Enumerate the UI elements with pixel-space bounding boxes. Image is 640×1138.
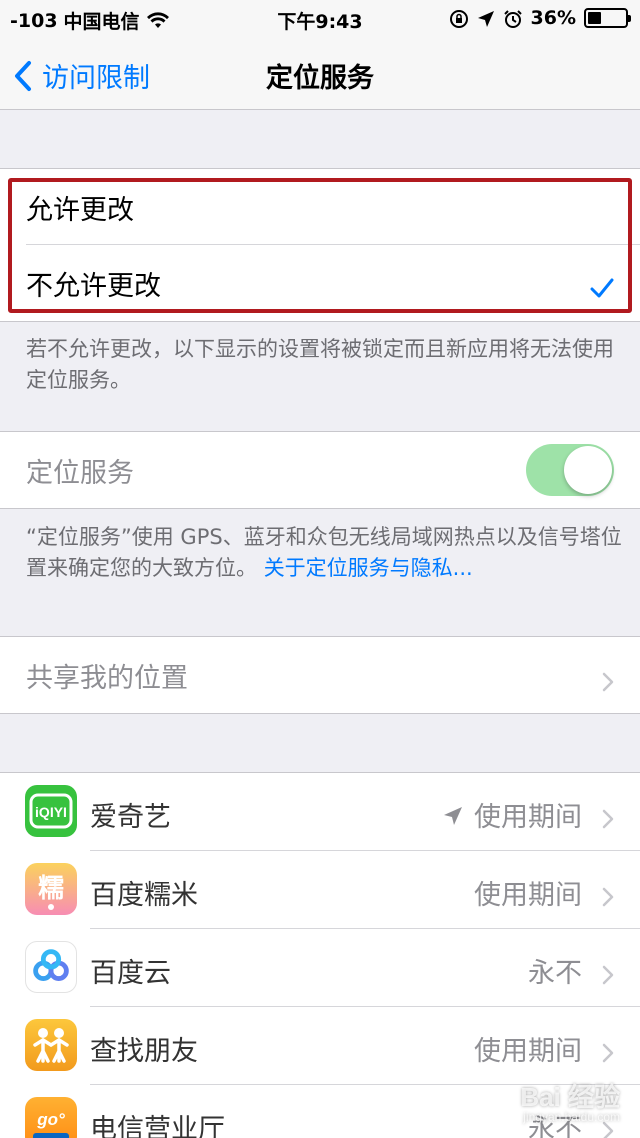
location-services-row: 定位服务 (0, 432, 640, 508)
chevron-right-icon (602, 880, 614, 911)
battery-percent: 36% (530, 7, 576, 29)
watermark: Bai 经验 jingyan.baidu.com (520, 1077, 620, 1124)
location-services-label: 定位服务 (26, 457, 134, 489)
watermark-sub: jingyan.baidu.com (523, 1110, 620, 1124)
app-name: 百度云 (90, 958, 171, 989)
location-arrow-icon (442, 799, 464, 830)
app-name: 电信营业厅 (90, 1114, 225, 1138)
page-title: 定位服务 (266, 63, 374, 94)
svg-text:糯: 糯 (38, 874, 64, 904)
chevron-right-icon (602, 1036, 614, 1067)
change-options-group: 允许更改 不允许更改 (0, 168, 640, 322)
svg-text:iQIYI: iQIYI (35, 804, 67, 820)
change-footnote: 若不允许更改，以下显示的设置将被锁定而且新应用将无法使用定位服务。 (26, 337, 614, 392)
app-name: 爱奇艺 (90, 802, 171, 833)
app-permission-value: 使用期间 (474, 802, 582, 833)
option-label: 不允许更改 (26, 270, 161, 302)
baiduyun-icon (25, 941, 77, 993)
location-services-group: 定位服务 (0, 431, 640, 509)
chevron-right-icon (602, 958, 614, 989)
app-permission: 使用期间 (474, 873, 582, 912)
app-permission: 使用期间 (442, 795, 582, 834)
app-name: 查找朋友 (90, 1036, 198, 1067)
telecom-icon: go° (25, 1097, 77, 1138)
share-location-group: 共享我的位置 (0, 636, 640, 714)
app-name: 百度糯米 (90, 880, 198, 911)
app-row-iqiyi[interactable]: iQIYI 爱奇艺 使用期间 (0, 773, 640, 851)
toggle-knob (564, 446, 612, 494)
share-location-label: 共享我的位置 (26, 662, 188, 694)
app-permission: 永不 (528, 951, 582, 990)
app-permission: 使用期间 (474, 1029, 582, 1068)
chevron-right-icon (602, 665, 614, 696)
share-location-row[interactable]: 共享我的位置 (0, 637, 640, 713)
find-friends-icon (25, 1019, 77, 1071)
alarm-icon (503, 7, 523, 29)
app-row-baidu-yun[interactable]: 百度云 永不 (0, 929, 640, 1007)
rotation-lock-icon (449, 7, 469, 29)
watermark-text: Bai 经验 (520, 1082, 620, 1112)
location-services-toggle[interactable] (526, 444, 614, 496)
app-row-find-friends[interactable]: 查找朋友 使用期间 (0, 1007, 640, 1085)
status-bar: -103 中国电信 下午9:43 36% (0, 0, 640, 40)
app-permission-value: 使用期间 (474, 880, 582, 911)
option-label: 允许更改 (26, 194, 134, 226)
location-arrow-icon (477, 7, 495, 29)
app-row-baidu-nuomi[interactable]: 糯 百度糯米 使用期间 (0, 851, 640, 929)
battery-fill (588, 12, 601, 24)
battery-icon (584, 8, 631, 28)
navigation-bar: 访问限制 定位服务 (0, 40, 640, 110)
app-permission-value: 永不 (528, 958, 582, 989)
privacy-link[interactable]: 关于定位服务与隐私... (264, 556, 473, 580)
checkmark-icon (590, 271, 614, 302)
option-allow-changes[interactable]: 允许更改 (0, 169, 640, 245)
app-permission-value: 使用期间 (474, 1036, 582, 1067)
option-disallow-changes[interactable]: 不允许更改 (0, 245, 640, 321)
nuomi-icon: 糯 (25, 863, 77, 915)
chevron-right-icon (602, 802, 614, 833)
location-footnote: “定位服务”使用 GPS、蓝牙和众包无线局域网热点以及信号塔位置来确定您的大致方… (26, 522, 626, 584)
iqiyi-icon: iQIYI (25, 785, 77, 837)
status-right: 36% (449, 7, 631, 29)
svg-text:go°: go° (36, 1110, 65, 1129)
